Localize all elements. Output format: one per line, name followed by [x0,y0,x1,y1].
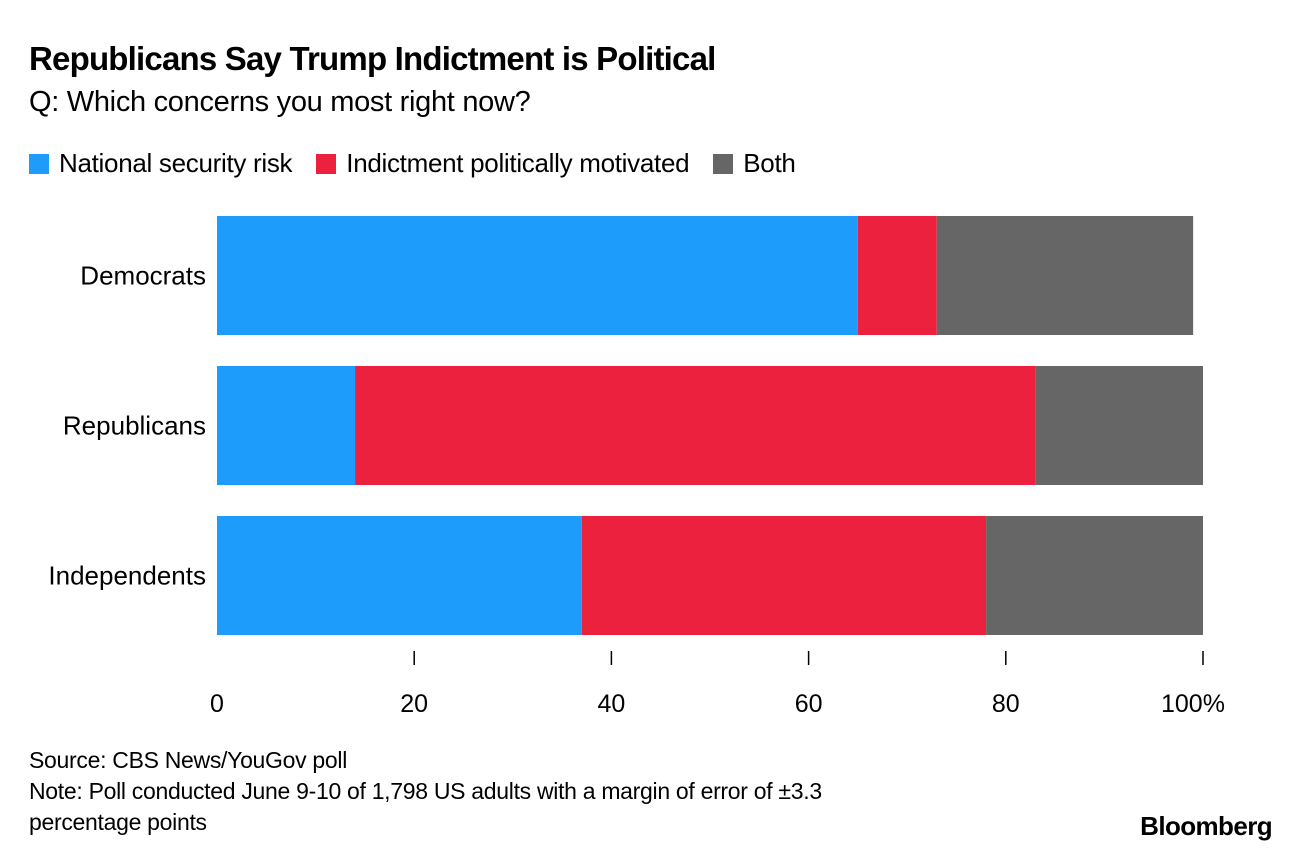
stacked-bar-chart: Democrats Republicans Independents 0 20 40 60… [48,216,1225,718]
x-tick-label-80: 80 [992,690,1020,718]
bar-independents-national-security-risk [217,516,582,635]
category-label-democrats: Democrats [80,261,206,291]
x-tick-label-60: 60 [795,690,823,718]
category-labels-group: Democrats Republicans Independents [48,261,206,591]
bar-democrats-indictment-politically-motivated [857,216,937,335]
bar-independents-indictment-politically-motivated [581,516,987,635]
x-tick-label-100: 100% [1161,690,1225,718]
x-tick-label-20: 20 [400,690,428,718]
footer: Source: CBS News/YouGov poll Note: Poll … [29,745,822,838]
bar-republicans-national-security-risk [217,366,356,485]
bar-democrats-both [936,216,1194,335]
poll-note-line-1: Note: Poll conducted June 9-10 of 1,798 … [29,778,822,804]
bars-group [217,216,1203,635]
x-tick-label-40: 40 [597,690,625,718]
x-tick-label-0: 0 [210,690,224,718]
category-label-independents: Independents [48,561,206,591]
source-note: Source: CBS News/YouGov poll [29,747,348,773]
category-label-republicans: Republicans [63,411,206,441]
bar-democrats-national-security-risk [217,216,858,335]
bar-independents-both [986,516,1203,635]
bloomberg-logo: Bloomberg [1140,811,1272,841]
bar-republicans-indictment-politically-motivated [355,366,1036,485]
bar-republicans-both [1035,366,1203,485]
x-axis: 0 20 40 60 80 100% [210,651,1225,718]
poll-note-line-2: percentage points [29,809,207,835]
